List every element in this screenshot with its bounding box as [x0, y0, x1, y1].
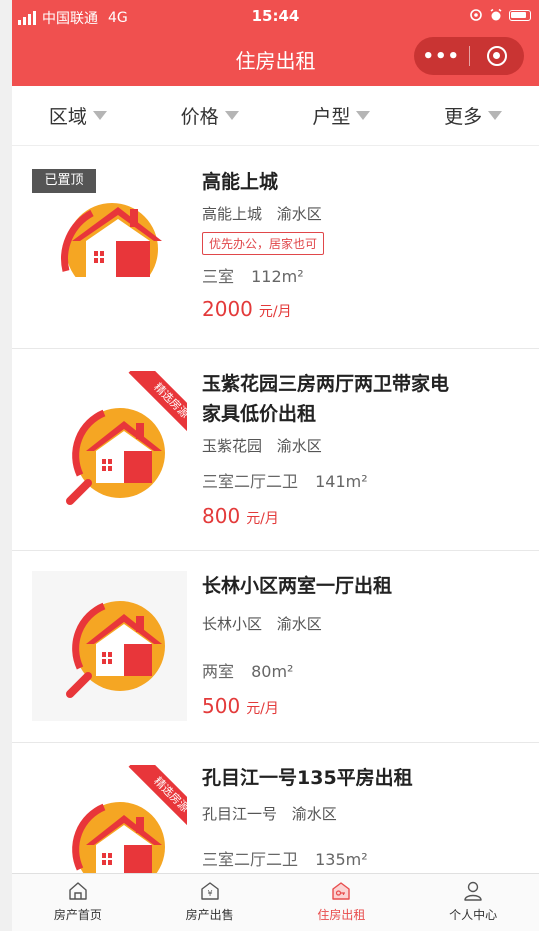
listing-card[interactable]: 已置顶 高能上城 高能上城 渝水区 优先办公，居家也可 三室 112m² 200… — [12, 147, 539, 349]
community-name: 长林小区 — [202, 615, 263, 633]
room-layout: 两室 — [202, 662, 235, 681]
listing-thumbnail — [32, 571, 187, 721]
more-button[interactable]: ••• — [414, 46, 469, 67]
tab-label: 房产首页 — [53, 908, 102, 922]
room-layout: 三室 — [202, 267, 235, 286]
home-icon — [69, 882, 87, 900]
phone-screen: 中国联通 4G 15:44 住房出租 ••• 区域 价格 户型 更多 已置顶 高… — [12, 0, 539, 931]
listing-spec: 两室 80m² — [202, 658, 519, 682]
listing-address: 长林小区 渝水区 — [202, 613, 519, 634]
featured-ribbon: 精选房源 — [117, 371, 187, 441]
listing-address: 高能上城 渝水区 — [202, 203, 519, 224]
listing-info: 高能上城 高能上城 渝水区 优先办公，居家也可 三室 112m² 2000 元/月 — [202, 167, 519, 321]
filter-layout[interactable]: 户型 — [276, 102, 408, 129]
miniprogram-capsule: ••• — [414, 37, 524, 75]
price-unit: 元/月 — [246, 701, 279, 717]
floor-area: 135m² — [315, 850, 368, 869]
tab-label: 住房出租 — [317, 908, 366, 922]
listing-card[interactable]: 精选房源 玉紫花园三房两厅两卫带家电 家具低价出租 玉紫花园 渝水区 三室二厅二… — [12, 349, 539, 551]
listing-spec: 三室二厅二卫 141m² — [202, 468, 519, 492]
feature-tag: 优先办公，居家也可 — [202, 232, 325, 255]
tab-home[interactable]: 房产首页 — [12, 874, 144, 931]
status-icons — [469, 8, 531, 22]
dropdown-arrow-icon — [224, 111, 239, 120]
listing-thumbnail: 精选房源 — [32, 371, 187, 521]
listing-price: 500 元/月 — [202, 694, 519, 718]
filter-label: 更多 — [444, 106, 483, 128]
status-bar: 中国联通 4G 15:44 — [12, 0, 539, 34]
user-icon — [464, 881, 482, 901]
floor-area: 80m² — [251, 662, 294, 681]
title-line: 家具低价出租 — [202, 403, 317, 425]
price-value: 500 — [202, 694, 241, 718]
close-target-icon — [486, 46, 507, 66]
price-unit: 元/月 — [258, 304, 292, 320]
district-name: 渝水区 — [276, 437, 322, 455]
listing-title: 高能上城 — [202, 171, 279, 193]
listing-spec: 三室二厅二卫 135m² — [202, 846, 519, 870]
house-search-icon — [66, 601, 165, 698]
listing-info: 孔目江一号135平房出租 孔目江一号 渝水区 三室二厅二卫 135m² — [202, 763, 519, 870]
featured-ribbon: 精选房源 — [117, 765, 187, 835]
tab-label: 个人中心 — [449, 908, 498, 922]
price-value: 800 — [202, 504, 241, 528]
filter-area[interactable]: 区域 — [12, 102, 144, 129]
alarm-icon — [490, 8, 502, 21]
dropdown-arrow-icon — [356, 111, 371, 120]
ribbon-label: 精选房源 — [128, 371, 187, 441]
price-value: 2000 — [202, 297, 253, 321]
listing-title: 长林小区两室一厅出租 — [202, 575, 393, 597]
tab-sale[interactable]: ¥ 房产出售 — [144, 874, 276, 931]
nav-bar: 住房出租 ••• — [12, 34, 539, 86]
filter-price[interactable]: 价格 — [144, 102, 276, 129]
listing-price: 800 元/月 — [202, 504, 519, 528]
listing-title: 孔目江一号135平房出租 — [202, 767, 413, 789]
tab-profile[interactable]: 个人中心 — [407, 874, 539, 931]
ribbon-label: 精选房源 — [128, 765, 187, 835]
listing-address: 玉紫花园 渝水区 — [202, 435, 519, 456]
dropdown-arrow-icon — [92, 111, 107, 120]
price-unit: 元/月 — [246, 511, 279, 527]
sale-house-icon: ¥ — [200, 882, 219, 900]
pinned-badge: 已置顶 — [32, 169, 96, 193]
listing-thumbnail: 已置顶 — [32, 169, 187, 277]
filter-label: 区域 — [48, 106, 87, 128]
listing-price: 2000 元/月 — [202, 297, 519, 321]
tab-rent[interactable]: 住房出租 — [276, 874, 408, 931]
filter-label: 价格 — [180, 106, 219, 128]
room-layout: 三室二厅二卫 — [202, 850, 299, 869]
listing-info: 玉紫花园三房两厅两卫带家电 家具低价出租 玉紫花园 渝水区 三室二厅二卫 141… — [202, 369, 519, 528]
district-name: 渝水区 — [276, 615, 322, 633]
listing-card[interactable]: 长林小区两室一厅出租 长林小区 渝水区 两室 80m² 500 元/月 — [12, 551, 539, 743]
floor-area: 141m² — [315, 472, 368, 491]
status-time: 15:44 — [251, 7, 300, 25]
close-button[interactable] — [469, 46, 524, 66]
tab-bar: 房产首页 ¥ 房产出售 住房出租 个人中心 — [12, 873, 539, 931]
battery-icon — [509, 9, 531, 21]
listing-info: 长林小区两室一厅出租 长林小区 渝水区 两室 80m² 500 元/月 — [202, 571, 519, 718]
filter-bar: 区域 价格 户型 更多 — [12, 86, 539, 146]
filter-label: 户型 — [312, 106, 351, 128]
district-name: 渝水区 — [291, 805, 337, 823]
district-name: 渝水区 — [276, 205, 322, 223]
community-name: 玉紫花园 — [202, 437, 263, 455]
filter-more[interactable]: 更多 — [407, 102, 539, 129]
room-layout: 三室二厅二卫 — [202, 472, 299, 491]
listing-spec: 三室 112m² — [202, 263, 519, 287]
svg-text:¥: ¥ — [207, 889, 212, 898]
title-line: 玉紫花园三房两厅两卫带家电 — [202, 373, 450, 395]
orientation-lock-icon — [470, 9, 482, 21]
tab-label: 房产出售 — [185, 908, 234, 922]
floor-area: 112m² — [251, 267, 304, 286]
listing-address: 孔目江一号 渝水区 — [202, 803, 519, 824]
dropdown-arrow-icon — [488, 111, 503, 120]
listing-title: 玉紫花园三房两厅两卫带家电 家具低价出租 — [202, 369, 519, 429]
rent-house-icon — [332, 882, 351, 900]
community-name: 高能上城 — [202, 205, 263, 223]
community-name: 孔目江一号 — [202, 805, 278, 823]
